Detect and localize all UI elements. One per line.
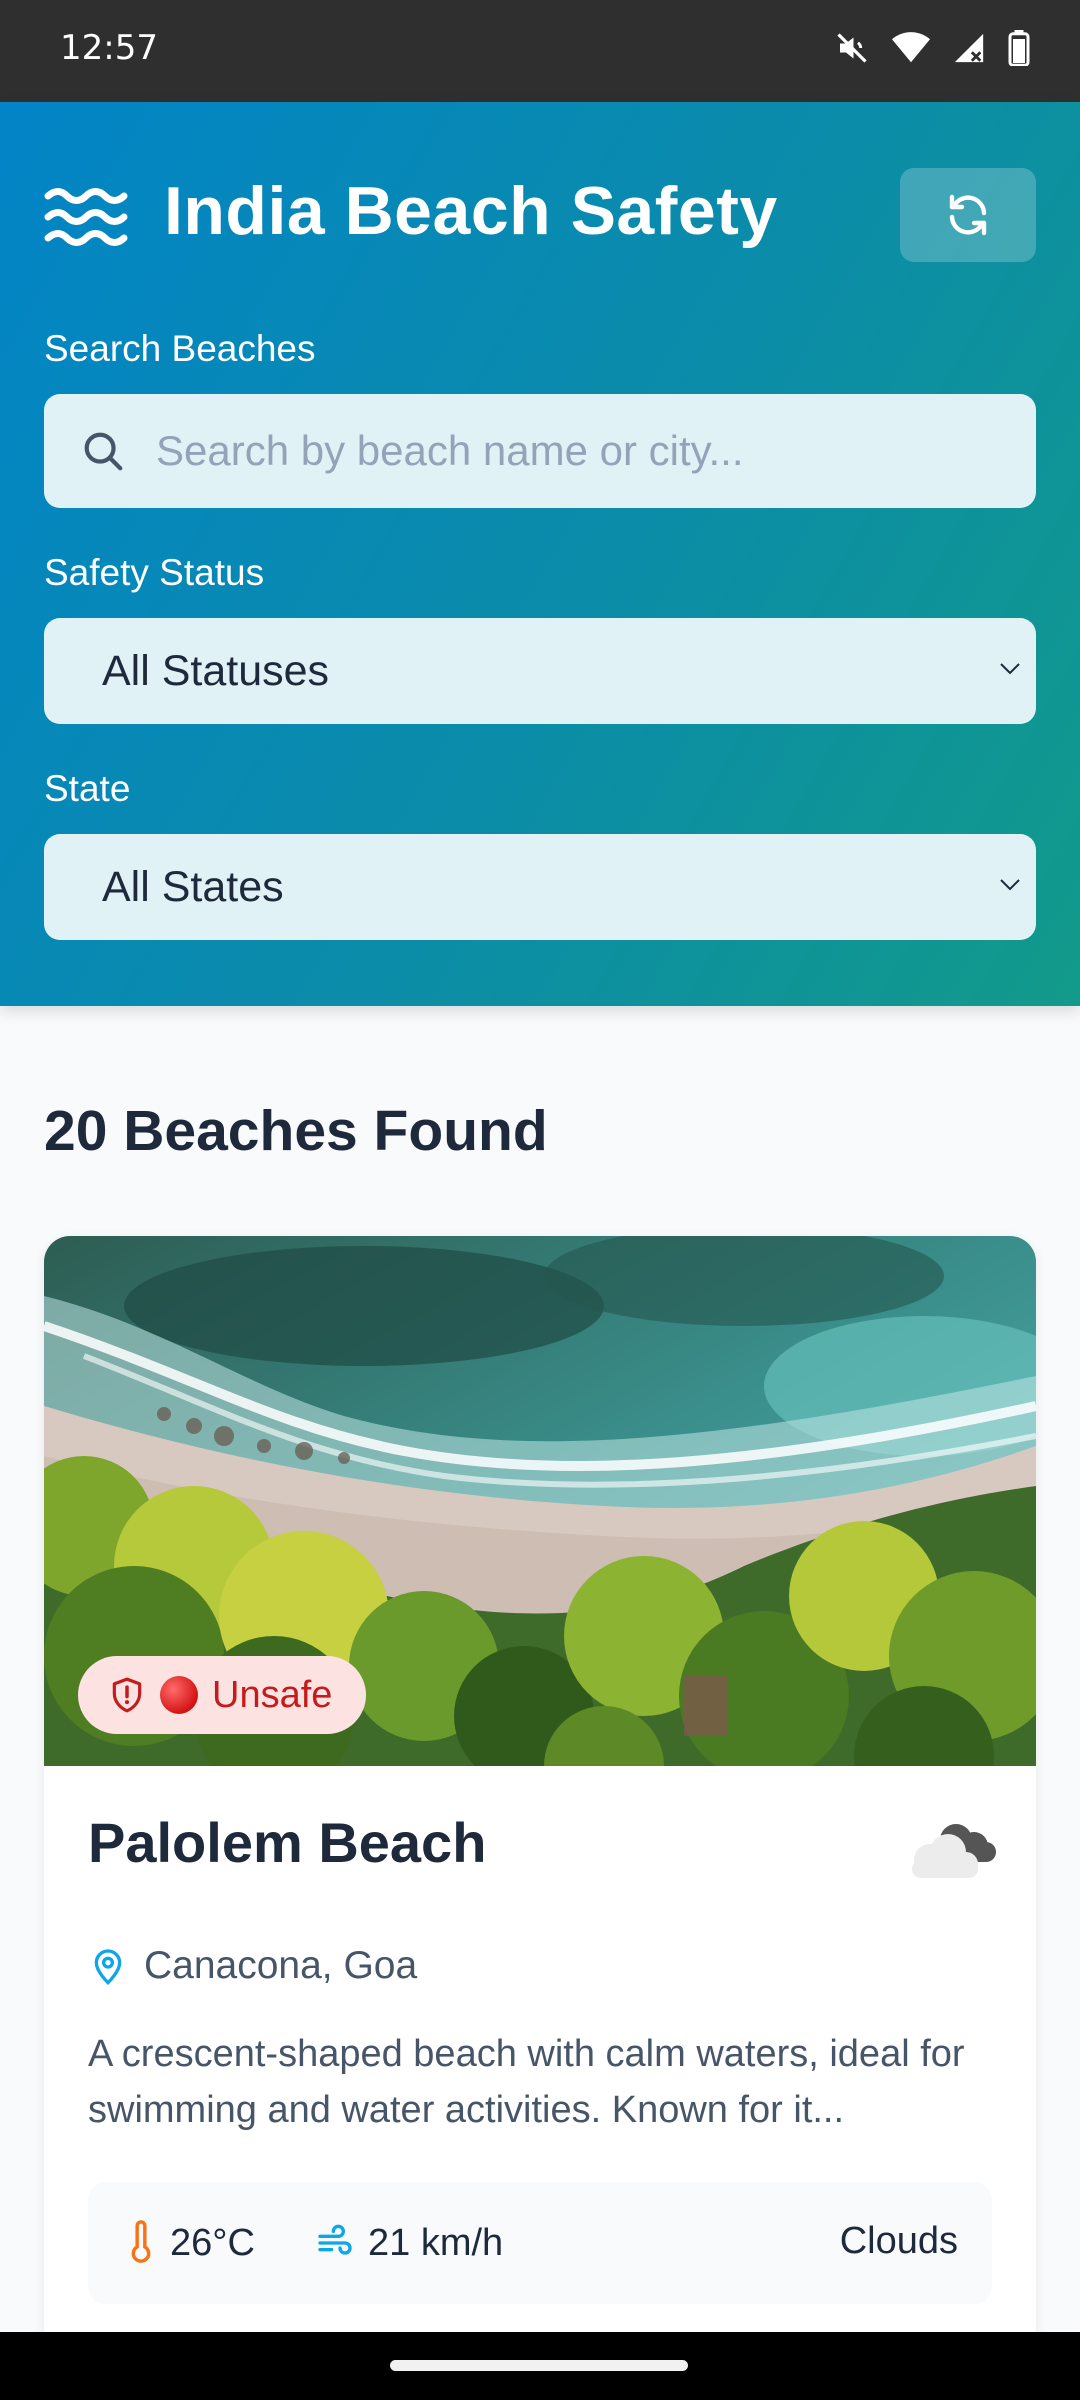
cloud-icon (912, 1824, 996, 1878)
status-icons (834, 30, 1030, 66)
state-label: State (44, 768, 131, 809)
map-pin-icon (94, 1949, 122, 1985)
state-select[interactable]: All States (44, 834, 1036, 940)
chevron-down-icon (1000, 663, 1020, 675)
temperature-item: 26°C (124, 2182, 255, 2304)
status-time: 12:57 (60, 28, 158, 68)
app-title: India Beach Safety (164, 173, 778, 249)
beach-name: Palolem Beach (88, 1811, 487, 1874)
wifi-icon (892, 32, 930, 63)
temperature-value: 26°C (170, 2221, 255, 2264)
beach-description: A crescent-shaped beach with calm waters… (88, 2033, 965, 2131)
weather-condition: Clouds (839, 2220, 958, 2262)
status-bar: 12:57 (0, 0, 1080, 102)
location-row: Canacona, Goa (88, 1944, 417, 1988)
search-icon (84, 432, 123, 471)
search-input[interactable] (156, 394, 1006, 508)
beach-photo: Unsafe (44, 1236, 1036, 1766)
wind-item: 21 km/h (314, 2182, 503, 2304)
safety-status-select[interactable]: All Statuses (44, 618, 1036, 724)
chevron-down-icon (1000, 879, 1020, 891)
wind-value: 21 km/h (368, 2221, 504, 2264)
search-label: Search Beaches (44, 328, 316, 369)
wind-icon (318, 2224, 352, 2255)
location-text: Canacona, Goa (144, 1944, 418, 1987)
status-badge: Unsafe (78, 1656, 367, 1734)
battery-icon (1008, 30, 1030, 66)
shield-alert-icon (112, 1677, 142, 1713)
results-count: 20 Beaches Found (44, 1099, 548, 1163)
safety-status-label: Safety Status (44, 552, 265, 593)
header: India Beach Safety Search Beaches Safety… (0, 102, 1080, 1006)
state-value: All States (102, 863, 284, 911)
weather-panel: 26°C 21 km/h Clouds (88, 2182, 992, 2304)
status-badge-text: Unsafe (212, 1673, 333, 1716)
search-box[interactable] (44, 394, 1036, 508)
signal-icon (954, 33, 984, 63)
thermometer-icon (131, 2220, 151, 2263)
red-circle-icon (160, 1676, 198, 1714)
safety-status-value: All Statuses (102, 647, 330, 695)
refresh-icon (949, 194, 987, 236)
home-indicator[interactable] (390, 2360, 688, 2371)
mute-icon (837, 33, 867, 63)
refresh-button[interactable] (900, 168, 1036, 262)
waves-icon (44, 188, 128, 246)
beach-card[interactable]: Unsafe Palolem Beach Canacona, Goa A cre… (44, 1236, 1036, 2400)
